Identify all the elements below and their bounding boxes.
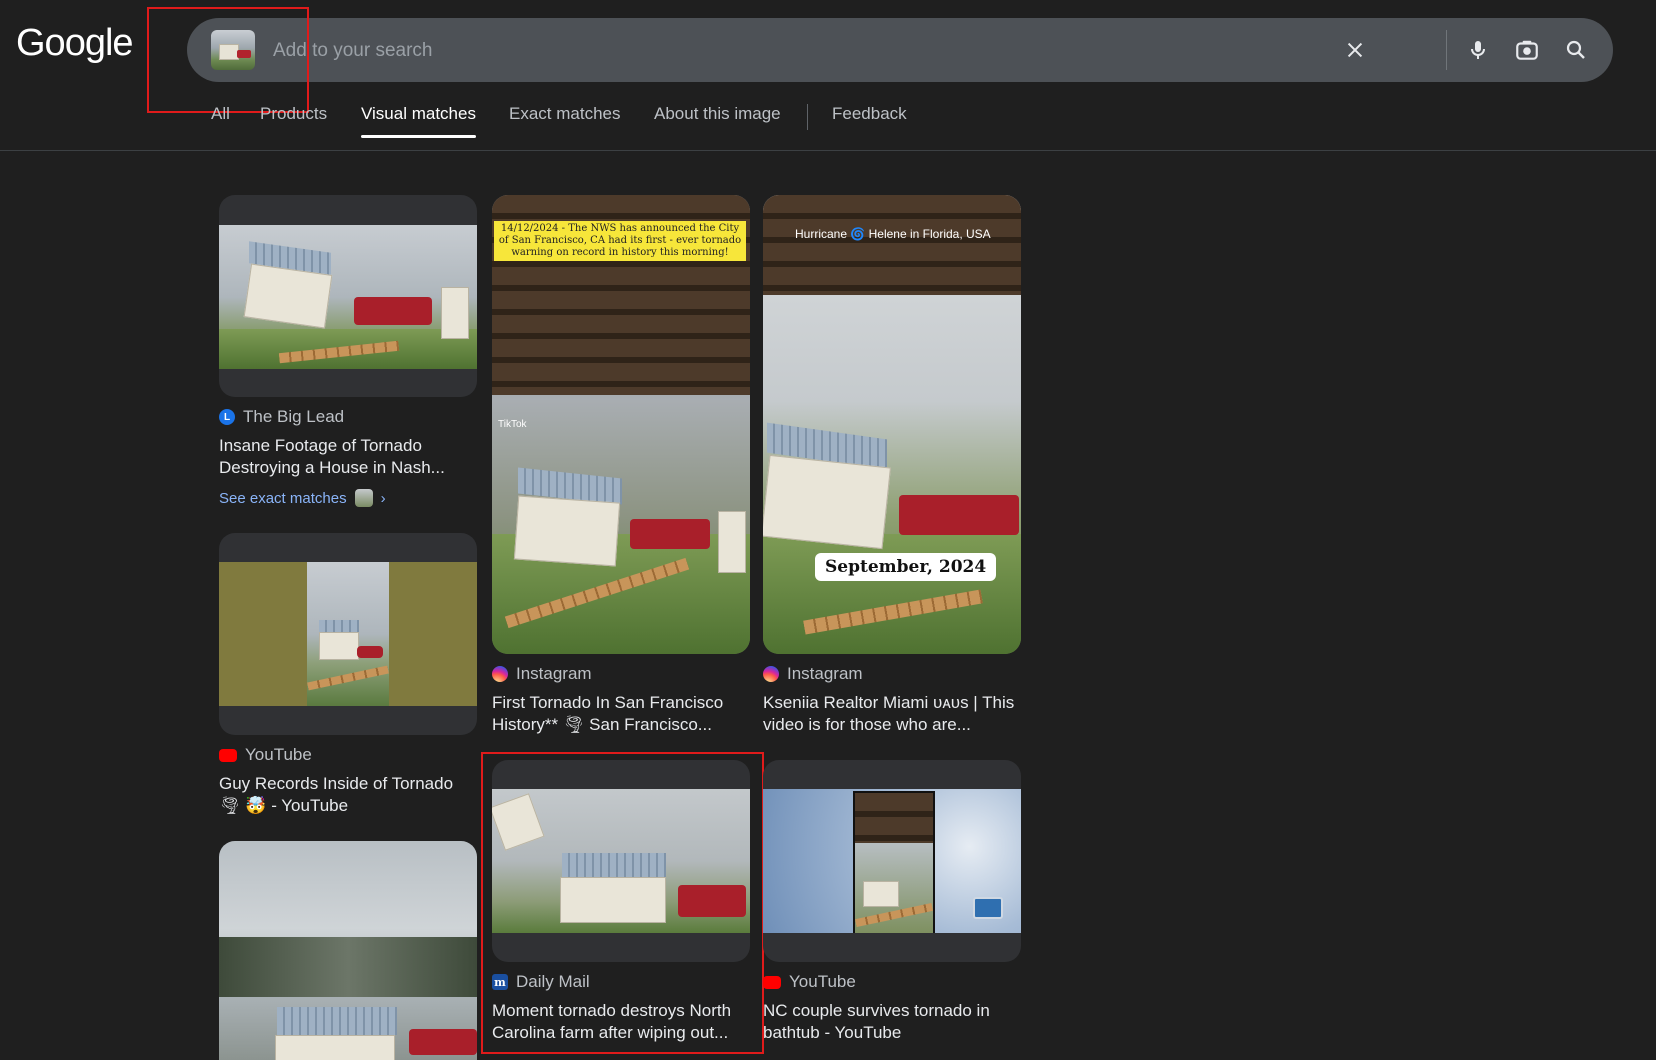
youtube-favicon-icon <box>219 748 237 762</box>
result-card-youtube-nc-couple[interactable]: YouTube NC couple survives tornado in ba… <box>763 760 1021 1044</box>
result-card-daily-mail[interactable]: m Daily Mail Moment tornado destroys Nort… <box>492 760 750 1044</box>
instagram-favicon-icon <box>763 666 779 682</box>
result-image[interactable] <box>492 760 750 962</box>
camera-lens-icon[interactable] <box>1513 36 1541 64</box>
result-title[interactable]: Insane Footage of Tornado Destroying a H… <box>219 435 477 479</box>
image-overlay-caption: Hurricane 🌀 Helene in Florida, USA <box>795 227 991 241</box>
result-image[interactable] <box>219 195 477 397</box>
the-big-lead-favicon-icon: L <box>219 409 235 425</box>
result-source: Instagram <box>787 664 863 683</box>
result-image[interactable]: 14/12/2024 - The NWS has announced the C… <box>492 195 750 654</box>
tab-all[interactable]: All <box>211 104 230 138</box>
tab-feedback[interactable]: Feedback <box>832 104 907 138</box>
result-card-partial[interactable] <box>219 841 477 1060</box>
result-source: Daily Mail <box>516 972 590 991</box>
result-title[interactable]: Guy Records Inside of Tornado 🌪 🤯 - YouT… <box>219 773 477 817</box>
see-exact-matches-link[interactable]: See exact matches › <box>219 489 477 507</box>
result-card-youtube-guy-records[interactable]: YouTube Guy Records Inside of Tornado 🌪 … <box>219 533 477 817</box>
search-image-thumbnail[interactable] <box>211 30 255 70</box>
result-source: The Big Lead <box>243 407 345 426</box>
result-image[interactable]: Hurricane 🌀 Helene in Florida, USA Septe… <box>763 195 1021 654</box>
image-date-label: September, 2024 <box>815 553 997 581</box>
youtube-favicon-icon <box>763 975 781 989</box>
result-image[interactable] <box>219 533 477 735</box>
tab-exact-matches[interactable]: Exact matches <box>509 104 621 138</box>
tab-visual-matches[interactable]: Visual matches <box>361 104 476 138</box>
instagram-favicon-icon <box>492 666 508 682</box>
header-divider <box>0 150 1656 151</box>
result-image[interactable] <box>763 760 1021 962</box>
result-source: Instagram <box>516 664 592 683</box>
microphone-icon[interactable] <box>1464 36 1492 64</box>
clear-icon[interactable] <box>1341 36 1369 64</box>
exact-match-thumbnail-icon <box>354 489 373 507</box>
search-icon[interactable] <box>1562 36 1590 64</box>
tabs-divider <box>807 104 808 130</box>
google-logo[interactable]: Google <box>16 22 134 65</box>
result-title[interactable]: NC couple survives tornado in bathtub - … <box>763 1000 1021 1044</box>
result-title[interactable]: Kseniia Realtor Miami ᴜᴀᴜs | This video … <box>763 692 1021 736</box>
page: Google All Products Visual matches Exact… <box>0 0 1656 1060</box>
search-divider <box>1446 30 1447 70</box>
tab-products[interactable]: Products <box>260 104 327 138</box>
daily-mail-favicon-icon: m <box>492 974 508 990</box>
result-source: YouTube <box>245 745 312 764</box>
result-title[interactable]: Moment tornado destroys North Carolina f… <box>492 1000 750 1044</box>
result-title[interactable]: First Tornado In San Francisco History**… <box>492 692 750 736</box>
tiktok-watermark: TikTok <box>498 419 527 430</box>
result-card-instagram-san-francisco[interactable]: 14/12/2024 - The NWS has announced the C… <box>492 195 750 736</box>
see-exact-matches-label: See exact matches <box>219 489 347 507</box>
image-caption-banner: 14/12/2024 - The NWS has announced the C… <box>494 221 746 261</box>
result-image[interactable] <box>219 841 477 1060</box>
tab-about-this-image[interactable]: About this image <box>654 104 781 138</box>
result-card-instagram-kseniia[interactable]: Hurricane 🌀 Helene in Florida, USA Septe… <box>763 195 1021 736</box>
chevron-right-icon: › <box>380 489 386 507</box>
search-input[interactable] <box>271 34 1275 68</box>
result-source: YouTube <box>789 972 856 991</box>
channel-logo-icon <box>973 897 1003 919</box>
result-card-the-big-lead[interactable]: L The Big Lead Insane Footage of Tornado … <box>219 195 477 507</box>
search-bar[interactable] <box>187 18 1613 82</box>
